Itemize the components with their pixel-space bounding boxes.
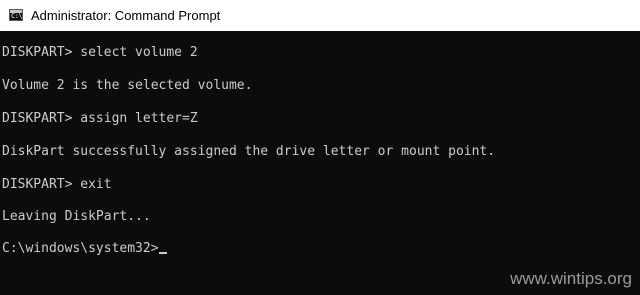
window-title: Administrator: Command Prompt: [31, 8, 221, 23]
console-line: DISKPART> assign letter=Z: [2, 111, 198, 126]
console-line: Leaving DiskPart...: [2, 209, 151, 224]
command-prompt-window: C:\. Administrator: Command Prompt DISKP…: [0, 0, 640, 295]
console-line: Volume 2 is the selected volume.: [2, 78, 253, 93]
console-prompt-line[interactable]: C:\windows\system32>: [2, 241, 167, 257]
console-line: DISKPART> exit: [2, 177, 112, 192]
console-line: DiskPart successfully assigned the drive…: [2, 144, 496, 159]
console-output[interactable]: DISKPART> select volume 2 Volume 2 is th…: [0, 31, 640, 295]
text-cursor: [158, 252, 167, 254]
cmd-icon[interactable]: C:\.: [9, 9, 23, 21]
watermark: www.wintips.org: [510, 269, 632, 288]
title-bar[interactable]: C:\. Administrator: Command Prompt: [0, 0, 640, 31]
cmd-icon-prompt: C:\.: [11, 12, 23, 20]
console-line: DISKPART> select volume 2: [2, 45, 198, 60]
console-prompt: C:\windows\system32>: [2, 241, 159, 256]
